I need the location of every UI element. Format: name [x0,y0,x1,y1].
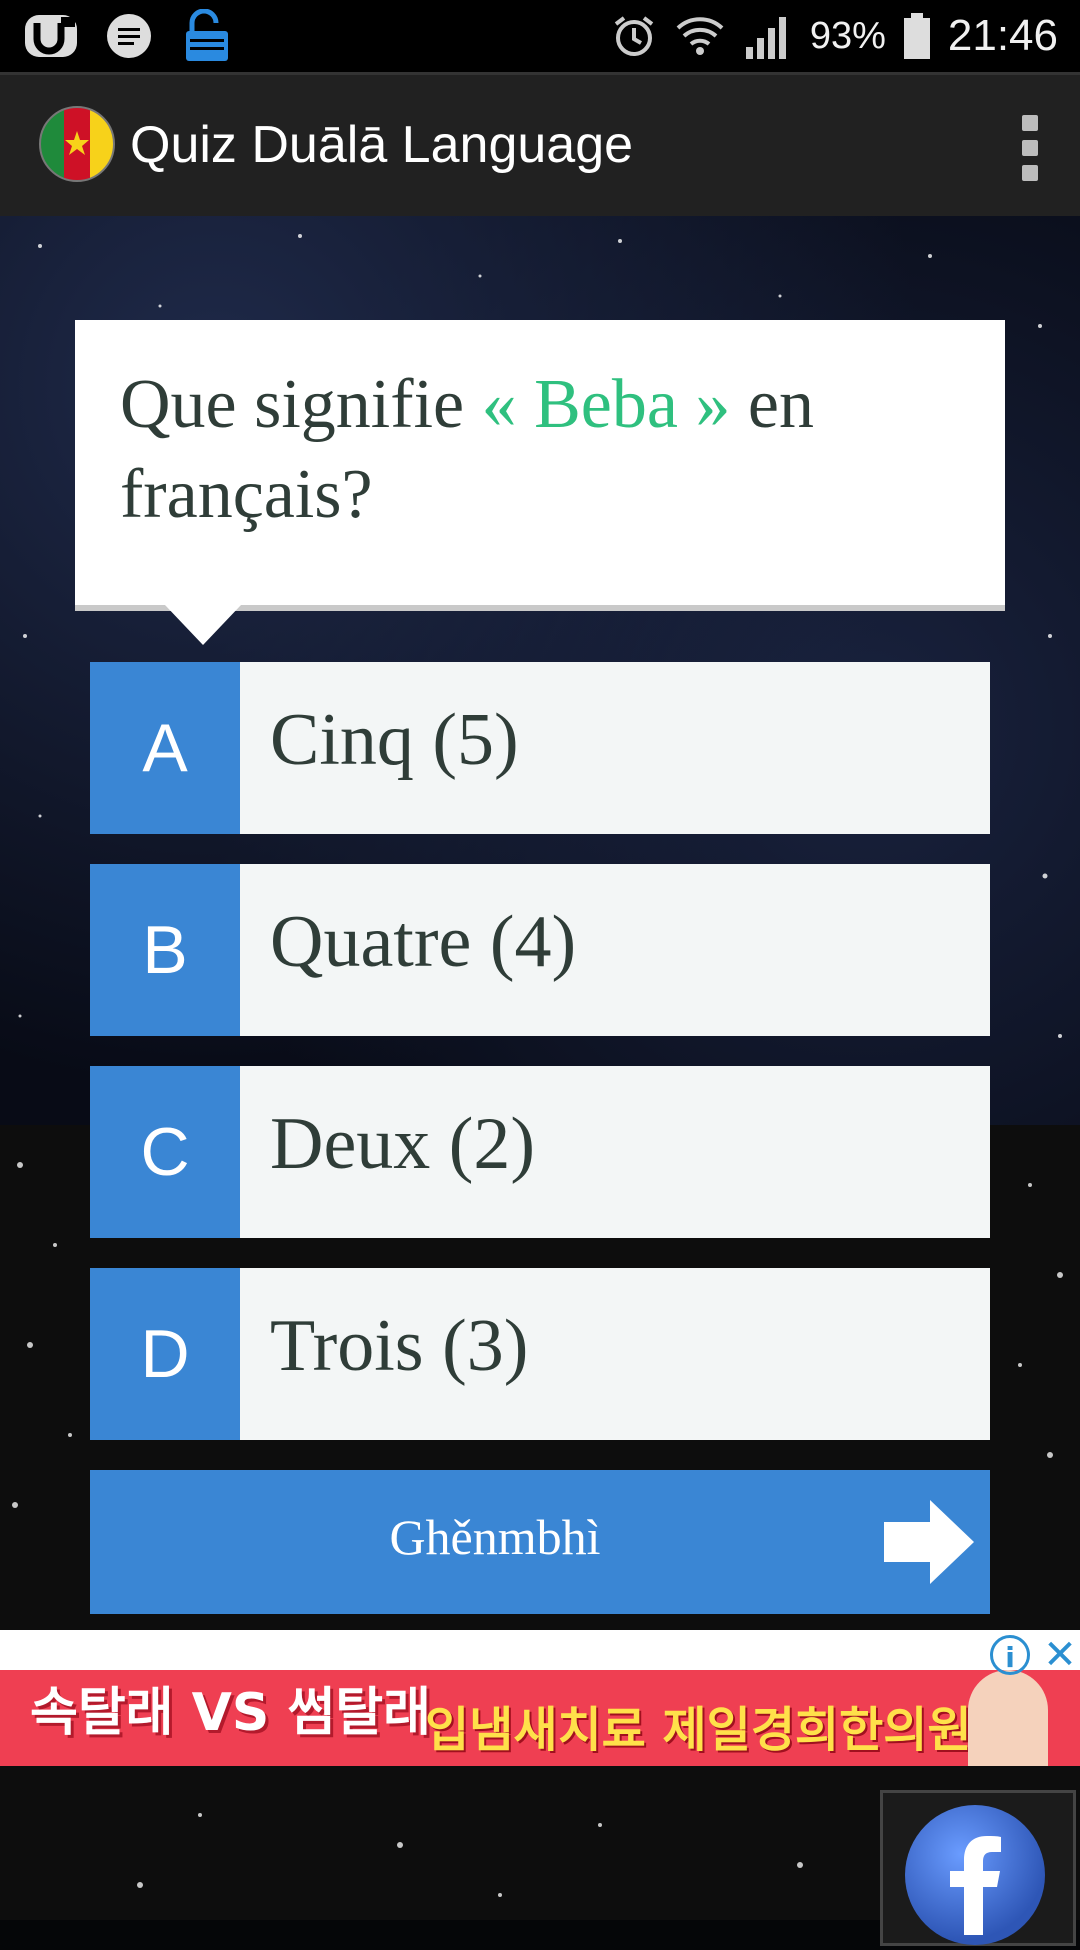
answer-option-c[interactable]: C Deux (2) [90,1066,990,1238]
status-bar: 93% 21:46 [0,0,1080,72]
ad-close-icon[interactable]: ✕ [1040,1635,1080,1675]
overflow-menu-icon[interactable] [1018,115,1042,181]
battery-percent: 93% [809,14,886,57]
answer-option-a[interactable]: A Cinq (5) [90,662,990,834]
next-button-label: Ghěnmbhì [389,1509,601,1565]
signal-icon [745,17,786,59]
facebook-icon [905,1805,1045,1945]
question-word: « Beba » [481,366,731,443]
wifi-icon [676,17,724,55]
arrow-right-icon [884,1500,974,1584]
question-text: Que signifie « Beba » en français? [120,360,950,540]
answer-option-d[interactable]: D Trois (3) [90,1268,990,1440]
answer-letter: C [90,1066,240,1238]
clock: 21:46 [947,11,1058,60]
ad-banner[interactable]: 속탈래 VS 썸탈래 입냄새치료 제일경희한의원 i ✕ [0,1630,1080,1766]
answer-text: Quatre (4) [270,901,577,983]
notification-icons [22,9,236,62]
alarm-icon [614,16,654,56]
answer-letter: A [90,662,240,834]
ad-info-icon[interactable]: i [990,1635,1030,1675]
facebook-share-button[interactable] [880,1790,1076,1946]
cameroon-flag-icon [38,105,116,183]
system-status-icons: 93% 21:46 [610,0,1058,72]
battery-icon [903,13,930,59]
ad-person-image [968,1670,1048,1766]
answer-text: Cinq (5) [270,699,519,781]
unlock-icon [178,9,236,62]
answer-text: Deux (2) [270,1103,536,1185]
answer-letter: B [90,864,240,1036]
next-button[interactable]: Ghěnmbhì [90,1470,990,1614]
app-bar: Quiz Duālā Language [0,72,1080,219]
question-card: Que signifie « Beba » en français? [75,320,1005,645]
message-icon [100,10,158,62]
question-prefix: Que signifie [120,366,482,443]
ad-headline: 속탈래 VS 썸탈래 [30,1683,431,1743]
u-app-icon [22,10,80,62]
answer-option-b[interactable]: B Quatre (4) [90,864,990,1036]
app-title: Quiz Duālā Language [130,116,634,174]
answer-text: Trois (3) [270,1305,529,1387]
answer-letter: D [90,1268,240,1440]
ad-advertiser: 입냄새치료 제일경희한의원 [425,1702,972,1758]
